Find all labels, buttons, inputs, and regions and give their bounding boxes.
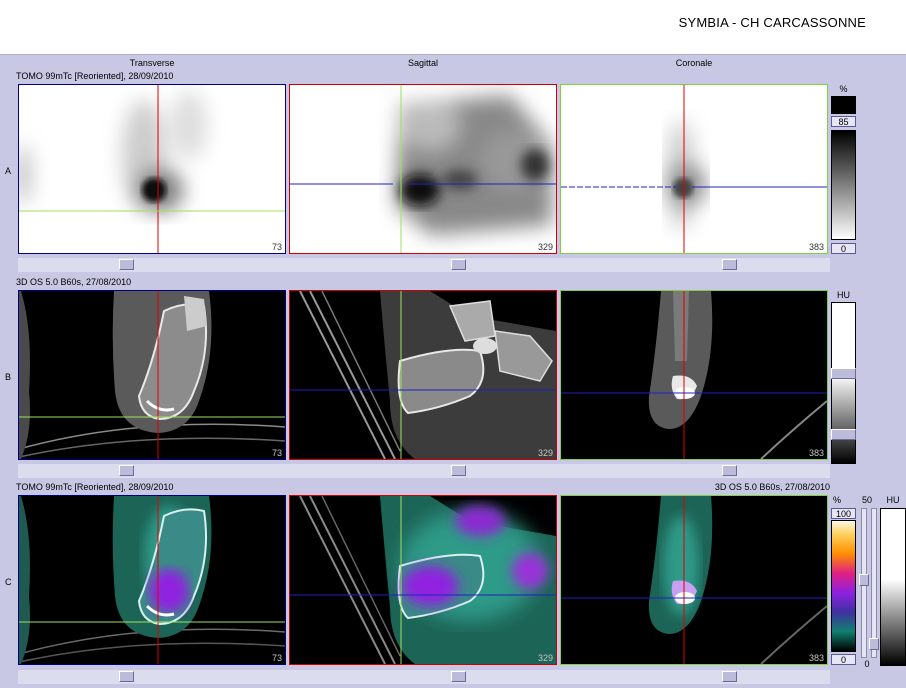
slice-number: 329 — [537, 653, 553, 663]
viewport-fusion-coronal[interactable]: 383 — [560, 495, 828, 665]
app-header: SYMBIA - CH CARCASSONNE — [0, 0, 906, 55]
colorbar-b-unit: HU — [837, 290, 850, 300]
colorbar-c-ct-window-handle[interactable] — [869, 638, 879, 650]
slice-number: 73 — [271, 653, 282, 663]
colorbar-c-slider-max: 50 — [861, 495, 872, 505]
slice-number: 329 — [537, 242, 553, 252]
colorbar-c-ct-gradient[interactable] — [880, 508, 906, 666]
scroll-thumb-sagittal[interactable] — [451, 671, 466, 682]
scroll-thumb-transverse[interactable] — [119, 465, 134, 476]
slice-number: 383 — [808, 448, 824, 458]
colorbar-c-unit2: HU — [886, 495, 900, 505]
colorbar-b-lower-handle[interactable] — [831, 429, 856, 440]
viewport-ct-sagittal[interactable]: 329 — [289, 290, 557, 460]
colorbar-c-min-value[interactable]: 0 — [831, 654, 856, 665]
scroll-thumb-coronal[interactable] — [722, 259, 737, 270]
colorbar-a-unit: % — [839, 84, 848, 94]
colorbar-c-blend-handle[interactable] — [859, 574, 869, 586]
row-c-series-info: TOMO 99mTc [Reoriented], 28/09/2010 — [16, 482, 174, 492]
viewport-fusion-transverse[interactable]: 73 — [18, 495, 286, 665]
row-label-c: C — [5, 577, 12, 587]
column-header-coronal: Coronale — [675, 58, 713, 68]
viewport-spect-coronal[interactable]: 383 — [560, 84, 828, 254]
colorbar-a-max-value[interactable]: 85 — [831, 116, 856, 127]
colorbar-a-gradient[interactable] — [831, 130, 856, 240]
row-c-ct-series-info: 3D OS 5.0 B60s, 27/08/2010 — [714, 482, 830, 492]
colorbar-a-window-top[interactable] — [831, 96, 856, 114]
colorbar-c-pet-gradient[interactable] — [831, 520, 856, 652]
colorbar-c-unit: % — [832, 495, 841, 505]
slice-number: 73 — [271, 242, 282, 252]
viewport-spect-sagittal[interactable]: 329 — [289, 84, 557, 254]
colorbar-c-max-value[interactable]: 100 — [831, 508, 856, 519]
viewport-fusion-sagittal[interactable]: 329 — [289, 495, 557, 665]
slice-number: 73 — [271, 448, 282, 458]
slice-number: 383 — [808, 653, 824, 663]
row-label-a: A — [5, 166, 12, 176]
slice-scroll-strip-b — [18, 464, 830, 478]
slice-scroll-strip-c — [18, 670, 830, 684]
scroll-thumb-transverse[interactable] — [119, 259, 134, 270]
viewport-spect-transverse[interactable]: 73 — [18, 84, 286, 254]
scroll-thumb-sagittal[interactable] — [451, 259, 466, 270]
site-title: SYMBIA - CH CARCASSONNE — [678, 15, 866, 30]
scroll-thumb-transverse[interactable] — [119, 671, 134, 682]
scroll-thumb-sagittal[interactable] — [451, 465, 466, 476]
slice-scroll-strip-a — [18, 258, 830, 272]
colorbar-a-min-value[interactable]: 0 — [831, 243, 856, 254]
viewport-ct-transverse[interactable]: 73 — [18, 290, 286, 460]
column-header-transverse: Transverse — [129, 58, 175, 68]
column-header-sagittal: Sagittal — [407, 58, 439, 68]
colorbar-c-slider-min: 0 — [864, 659, 870, 669]
colorbar-c-ct-window-slider[interactable] — [871, 508, 877, 658]
viewport-ct-coronal[interactable]: 383 — [560, 290, 828, 460]
row-a-series-info: TOMO 99mTc [Reoriented], 28/09/2010 — [16, 71, 174, 81]
scroll-thumb-coronal[interactable] — [722, 671, 737, 682]
colorbar-b-upper-handle[interactable] — [831, 368, 856, 379]
row-label-b: B — [5, 372, 12, 382]
slice-number: 383 — [808, 242, 824, 252]
row-b-series-info: 3D OS 5.0 B60s, 27/08/2010 — [16, 277, 132, 287]
scroll-thumb-coronal[interactable] — [722, 465, 737, 476]
slice-number: 329 — [537, 448, 553, 458]
